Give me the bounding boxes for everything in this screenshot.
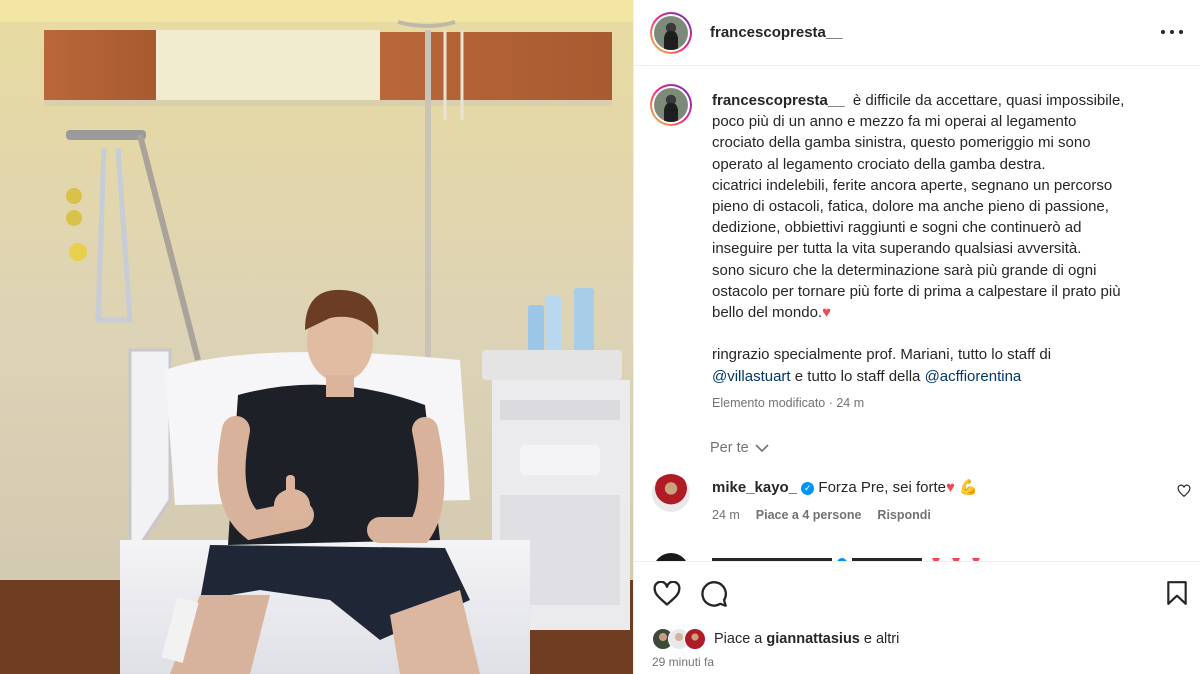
caption-line: crociato della gamba sinistra, questo po… — [712, 134, 1091, 152]
flexed-biceps-emoji-icon: 💪 — [959, 479, 978, 496]
caption-author-avatar[interactable] — [650, 84, 692, 126]
post-actions-bar: Piace a giannattasius e altri 29 minuti … — [634, 561, 1200, 674]
heart-outline-icon[interactable] — [653, 581, 681, 607]
caption-line: poco più di un anno e mezzo fa mi operai… — [712, 113, 1077, 131]
comment-meta: 24 m Piace a 4 persone Rispondi — [712, 508, 931, 522]
see-translation-toggle[interactable]: Per te — [710, 440, 769, 456]
comment-text: Forza Pre, sei forte — [818, 479, 946, 496]
chevron-down-icon — [755, 444, 769, 453]
likes-suffix[interactable]: e altri — [860, 631, 899, 647]
edited-timestamp: Elemento modificato · 24 m — [712, 396, 865, 410]
post-caption: francescopresta__ è difficile da accetta… — [712, 90, 1152, 387]
comment-item: mike_kayo_ ✓ Forza Pre, sei forte♥ 💪 — [712, 478, 1172, 498]
comment-reply-button[interactable]: Rispondi — [877, 508, 930, 522]
caption-line: inseguire per tutta la vita superando qu… — [712, 240, 1082, 258]
thanks-mid: e tutto lo staff della — [790, 367, 925, 385]
post-side-panel: francescopresta__ francescopresta__ è di… — [633, 0, 1200, 674]
likes-summary[interactable]: Piace a giannattasius e altri — [652, 628, 899, 650]
comment-likes-link[interactable]: Piace a 4 persone — [756, 508, 862, 522]
post-time-ago: 29 minuti fa — [652, 655, 715, 669]
red-heart-emoji-icon: ♥ — [945, 479, 955, 496]
partial-comment-row — [652, 552, 1172, 561]
liker-avatars — [652, 628, 708, 650]
thanks-line: ringrazio specialmente prof. Mariani, tu… — [712, 346, 1052, 364]
mention-villastuart[interactable]: @villastuart — [712, 368, 791, 385]
comment-time: 24 m — [712, 508, 740, 522]
comments-area: francescopresta__ è difficile da accetta… — [634, 66, 1200, 561]
caption-line: dedizione, obbiettivi raggiunti e sogni … — [712, 219, 1082, 237]
header-username[interactable]: francescopresta__ — [710, 24, 843, 41]
author-avatar[interactable] — [650, 12, 692, 54]
more-horizontal-icon[interactable] — [1161, 22, 1183, 42]
caption-line: è difficile da accettare, quasi impossib… — [852, 92, 1125, 109]
caption-line: sono sicuro che la determinazione sarà p… — [712, 261, 1097, 279]
cut-off-comment-graphic — [656, 553, 980, 561]
commenter-avatar[interactable] — [652, 474, 690, 512]
see-translation-label: Per te — [710, 440, 749, 456]
mention-acffiorentina[interactable]: @acffiorentina — [925, 368, 1022, 385]
post-photo[interactable] — [0, 0, 633, 674]
likes-prefix: Piace a — [714, 631, 767, 647]
caption-username[interactable]: francescopresta__ — [712, 92, 845, 109]
comment-username[interactable]: mike_kayo_ — [712, 479, 797, 496]
comment-heart-icon[interactable] — [1177, 484, 1191, 498]
caption-line: pieno di ostacoli, fatica, dolore ma anc… — [712, 198, 1109, 216]
caption-line: cicatrici indelebili, ferite ancora aper… — [712, 176, 1113, 194]
verified-badge-icon: ✓ — [801, 482, 815, 495]
speech-bubble-icon[interactable] — [700, 580, 728, 608]
post-header: francescopresta__ — [634, 0, 1200, 66]
red-heart-emoji-icon: ♥ — [822, 304, 831, 322]
caption-line: bello del mondo. — [712, 304, 823, 322]
hospital-photo-illustration — [0, 0, 633, 674]
caption-line: ostacolo per tornare più forte di prima … — [712, 282, 1121, 300]
likes-user[interactable]: giannattasius — [766, 631, 859, 647]
caption-line: operato al legamento crociato della gamb… — [712, 155, 1046, 173]
bookmark-icon[interactable] — [1166, 580, 1188, 606]
